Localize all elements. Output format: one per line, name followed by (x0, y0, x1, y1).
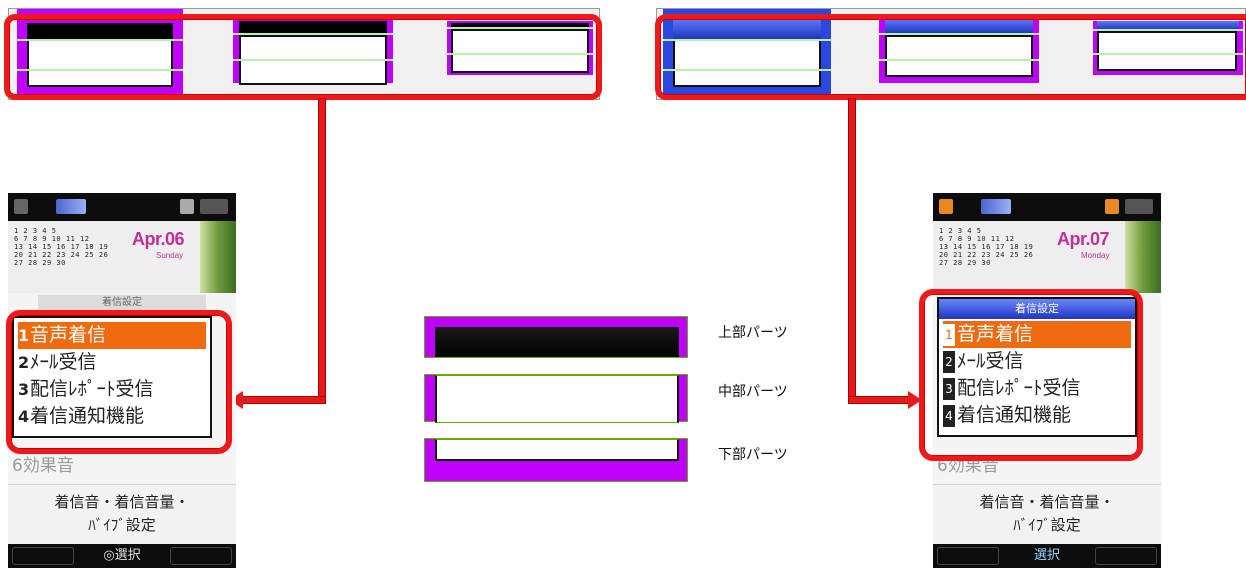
calendar-widget: 1 2 3 4 5 6 7 8 9 10 11 12 13 14 15 16 1… (933, 221, 1161, 293)
signal-icon (14, 199, 28, 214)
softkey-select[interactable]: 選択 (1034, 548, 1060, 563)
right-connector-vertical (848, 98, 856, 404)
calendar-day: Monday (1081, 251, 1110, 260)
right-connector-arrow (908, 391, 922, 409)
battery-icon (180, 199, 194, 214)
right-connector-horizontal (848, 396, 910, 404)
softkey-bar[interactable]: ◎選択 (8, 544, 236, 568)
right-strip-middle-part (879, 9, 1039, 99)
part-bottom-swatch (424, 438, 688, 482)
menu-popup: 着信設定 1 音声着信 2 ﾒｰﾙ受信 3 配信ﾚﾎﾟｰﾄ受信 4 着信通知機能 (937, 297, 1137, 437)
menu-item-4[interactable]: 4着信通知機能 (943, 402, 1131, 429)
menu-item-1[interactable]: 1音声着信 (943, 321, 1131, 348)
clock-icon (1125, 199, 1153, 214)
status-bar (933, 193, 1161, 221)
right-parts-strip (656, 8, 1246, 100)
info-panel: 着信音・着信音量・ ﾊﾞｲﾌﾞ設定 (933, 484, 1161, 544)
right-strip-top-part (663, 9, 831, 99)
menu-item-2[interactable]: 2ﾒｰﾙ受信 (943, 348, 1131, 375)
left-strip-bottom-part (447, 9, 593, 99)
menu-item-3[interactable]: 3配信ﾚﾎﾟｰﾄ受信 (18, 376, 206, 403)
menu-item-1[interactable]: 1音声着信 (18, 322, 206, 349)
right-strip-bottom-part (1093, 9, 1243, 99)
signal-icon (939, 199, 953, 214)
calendar-widget: 1 2 3 4 5 6 7 8 9 10 11 12 13 14 15 16 1… (8, 221, 236, 293)
menu-item-4[interactable]: 4着信通知機能 (18, 403, 206, 430)
clock-icon (200, 199, 228, 214)
left-phone-screen: 1 2 3 4 5 6 7 8 9 10 11 12 13 14 15 16 1… (8, 193, 236, 568)
left-parts-strip (8, 8, 600, 100)
left-connector-vertical (318, 98, 326, 404)
wallpaper-photo (200, 221, 236, 293)
part-middle-label: 中部パーツ (718, 383, 788, 399)
calendar-date: Apr.07 (1057, 229, 1110, 249)
mode-icon (56, 199, 86, 214)
part-middle-swatch (424, 374, 688, 423)
calendar-day: Sunday (156, 251, 184, 260)
left-strip-middle-part (233, 9, 393, 99)
menu-popup: 1音声着信 2ﾒｰﾙ受信 3配信ﾚﾎﾟｰﾄ受信 4着信通知機能 (12, 316, 212, 438)
softkey-bar[interactable]: 選択 (933, 544, 1161, 568)
left-strip-top-part (17, 9, 183, 99)
part-top-label: 上部パーツ (718, 324, 788, 340)
softkey-select[interactable]: ◎選択 (103, 548, 140, 563)
menu-title-behind: 着信設定 (38, 295, 206, 311)
menu-item-behind: 6効果音 (937, 456, 999, 476)
info-panel: 着信音・着信音量・ ﾊﾞｲﾌﾞ設定 (8, 484, 236, 544)
part-top-swatch (424, 316, 688, 358)
calendar-grid: 1 2 3 4 5 6 7 8 9 10 11 12 13 14 15 16 1… (14, 227, 109, 267)
menu-item-3[interactable]: 3配信ﾚﾎﾟｰﾄ受信 (943, 375, 1131, 402)
menu-item-behind: 6効果音 (12, 456, 74, 476)
calendar-date: Apr.06 (132, 229, 185, 249)
right-phone-screen: 1 2 3 4 5 6 7 8 9 10 11 12 13 14 15 16 1… (933, 193, 1161, 568)
wallpaper-photo (1125, 221, 1161, 293)
menu-item-2[interactable]: 2ﾒｰﾙ受信 (18, 349, 206, 376)
menu-popup-title: 着信設定 (939, 299, 1135, 319)
left-connector-horizontal (242, 396, 326, 404)
battery-icon (1105, 199, 1119, 214)
mode-icon (981, 199, 1011, 214)
status-bar (8, 193, 236, 221)
part-bottom-label: 下部パーツ (718, 446, 788, 462)
calendar-grid: 1 2 3 4 5 6 7 8 9 10 11 12 13 14 15 16 1… (939, 227, 1034, 267)
